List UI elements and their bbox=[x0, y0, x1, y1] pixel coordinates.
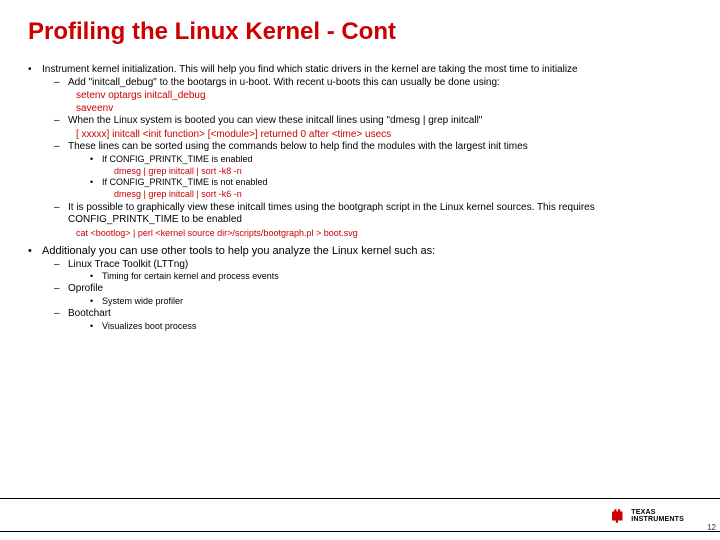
page-number: 12 bbox=[707, 523, 716, 532]
sub-text: When the Linux system is booted you can … bbox=[68, 115, 482, 126]
subsub-text: Timing for certain kernel and process ev… bbox=[102, 271, 279, 281]
logo-line2: INSTRUMENTS bbox=[631, 516, 684, 523]
code-bootgraph: cat <bootlog> | perl <kernel source dir>… bbox=[42, 228, 692, 239]
subsub-text: Visualizes boot process bbox=[102, 321, 196, 331]
bullet-instrument: Instrument kernel initialization. This w… bbox=[28, 64, 692, 239]
sub-bootchart: Bootchart Visualizes boot process bbox=[42, 308, 692, 332]
content-body: Instrument kernel initialization. This w… bbox=[28, 64, 692, 332]
subsub-text: If CONFIG_PRINTK_TIME is enabled bbox=[102, 154, 253, 164]
bullet-additional-tools: Additionaly you can use other tools to h… bbox=[28, 245, 692, 332]
subsub-printk-disabled: If CONFIG_PRINTK_TIME is not enabled bbox=[68, 177, 692, 188]
subsub-text: System wide profiler bbox=[102, 296, 183, 306]
sub-bootgraph: It is possible to graphically view these… bbox=[42, 202, 692, 227]
sub-when-booted: When the Linux system is booted you can … bbox=[42, 115, 692, 128]
sub-text: It is possible to graphically view these… bbox=[68, 202, 595, 226]
sub-oprofile: Oprofile System wide profiler bbox=[42, 283, 692, 307]
sub-text: These lines can be sorted using the comm… bbox=[68, 141, 528, 152]
sub-text: Oprofile bbox=[68, 283, 103, 294]
sub-sort-lines: These lines can be sorted using the comm… bbox=[42, 141, 692, 201]
bullet-text: Instrument kernel initialization. This w… bbox=[42, 64, 578, 75]
footer-bar: TEXAS INSTRUMENTS bbox=[0, 498, 720, 532]
code-setenv: setenv optargs initcall_debug bbox=[42, 90, 692, 103]
subsub-oprofile-desc: System wide profiler bbox=[68, 296, 692, 307]
sub-lttng: Linux Trace Toolkit (LTTng) Timing for c… bbox=[42, 259, 692, 283]
ti-logo-text: TEXAS INSTRUMENTS bbox=[631, 509, 684, 523]
sub-add-initcall: Add "initcall_debug" to the bootargs in … bbox=[42, 77, 692, 90]
logo-line1: TEXAS bbox=[631, 509, 684, 516]
code-saveenv: saveenv bbox=[42, 103, 692, 116]
sub-text: Bootchart bbox=[68, 308, 111, 319]
subsub-lttng-desc: Timing for certain kernel and process ev… bbox=[68, 271, 692, 282]
code-initcall-output: [ xxxxx] initcall <init function> [<modu… bbox=[42, 129, 692, 142]
ti-logo: TEXAS INSTRUMENTS bbox=[609, 507, 684, 525]
subsub-text: If CONFIG_PRINTK_TIME is not enabled bbox=[102, 177, 268, 187]
subsub-printk-enabled: If CONFIG_PRINTK_TIME is enabled bbox=[68, 154, 692, 165]
sub-text: Add "initcall_debug" to the bootargs in … bbox=[68, 77, 500, 88]
bullet-text: Additionaly you can use other tools to h… bbox=[42, 245, 435, 257]
subsub-bootchart-desc: Visualizes boot process bbox=[68, 321, 692, 332]
ti-chip-icon bbox=[609, 507, 627, 525]
page-title: Profiling the Linux Kernel - Cont bbox=[28, 18, 692, 46]
code-sort-k8: dmesg | grep initcall | sort -k8 -n bbox=[68, 166, 692, 177]
sub-text: Linux Trace Toolkit (LTTng) bbox=[68, 259, 188, 270]
slide: Profiling the Linux Kernel - Cont Instru… bbox=[0, 0, 720, 540]
code-sort-k6: dmesg | grep initcall | sort -k6 -n bbox=[68, 189, 692, 200]
